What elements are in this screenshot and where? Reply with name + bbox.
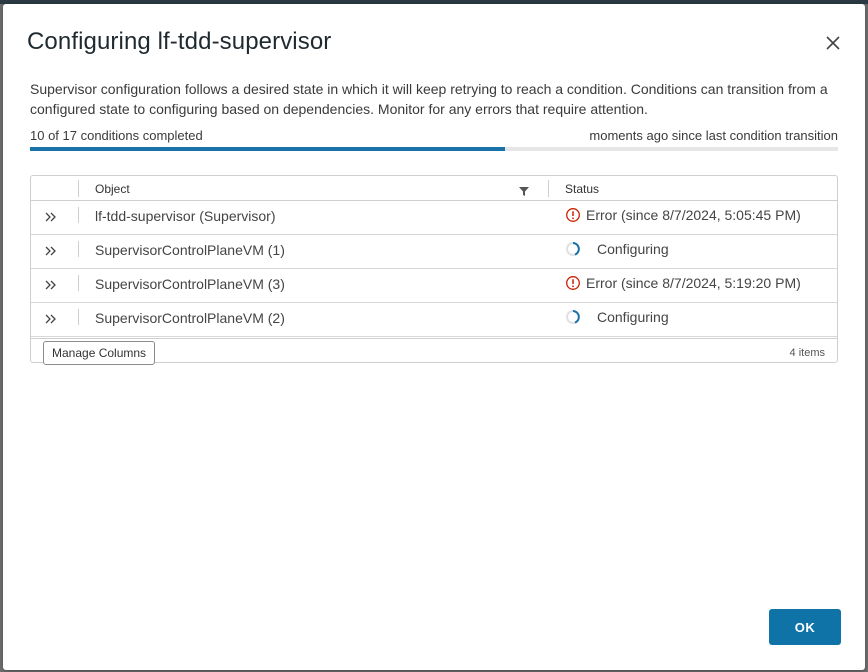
item-count: 4 items (789, 347, 825, 359)
column-separator[interactable] (548, 180, 549, 197)
dialog-title: Configuring lf-tdd-supervisor (27, 28, 332, 55)
row-status-text: Error (since 8/7/2024, 5:05:45 PM) (586, 207, 801, 223)
dialog-description: Supervisor configuration follows a desir… (30, 81, 828, 117)
row-separator (78, 309, 79, 325)
configuring-dialog: Configuring lf-tdd-supervisor Supervisor… (3, 4, 865, 670)
last-transition-label: moments ago since last condition transit… (589, 128, 838, 143)
row-separator (78, 207, 79, 223)
expand-row-icon[interactable] (44, 278, 60, 294)
conditions-completed-label: 10 of 17 conditions completed (30, 128, 203, 143)
error-icon (566, 208, 580, 222)
datagrid-header: Object Status (31, 176, 837, 201)
row-object: SupervisorControlPlaneVM (3) (95, 276, 285, 292)
expand-row-icon[interactable] (44, 312, 60, 328)
ok-button[interactable]: OK (769, 609, 841, 645)
column-separator (78, 180, 79, 197)
row-status: Configuring (565, 241, 669, 257)
row-object: SupervisorControlPlaneVM (1) (95, 242, 285, 258)
table-row: SupervisorControlPlaneVM (2) Configuring (31, 303, 837, 337)
close-icon (826, 36, 840, 50)
row-status: Error (since 8/7/2024, 5:19:20 PM) (565, 275, 801, 291)
row-status-text: Error (since 8/7/2024, 5:19:20 PM) (586, 275, 801, 291)
close-button[interactable] (821, 31, 845, 55)
column-header-status[interactable]: Status (565, 182, 599, 196)
expand-row-icon[interactable] (44, 210, 60, 226)
row-separator (78, 241, 79, 257)
row-status-text: Configuring (597, 241, 669, 257)
error-icon (566, 276, 580, 290)
spinner-icon (566, 310, 580, 324)
row-object: SupervisorControlPlaneVM (2) (95, 310, 285, 326)
conditions-datagrid: Object Status lf-tdd-supervisor (Supervi… (30, 175, 838, 365)
spinner-icon (566, 242, 580, 256)
table-row: SupervisorControlPlaneVM (3) Error (sinc… (31, 269, 837, 303)
row-status-text: Configuring (597, 309, 669, 325)
table-row: lf-tdd-supervisor (Supervisor) Error (si… (31, 201, 837, 235)
row-status: Error (since 8/7/2024, 5:05:45 PM) (565, 207, 801, 223)
filter-icon[interactable] (519, 185, 529, 199)
row-status: Configuring (565, 309, 669, 325)
table-row: SupervisorControlPlaneVM (1) Configuring (31, 235, 837, 269)
manage-columns-button[interactable]: Manage Columns (43, 341, 156, 365)
progress-bar-fill (30, 147, 506, 151)
datagrid-footer: Manage Columns 4 items (31, 338, 837, 365)
column-header-object[interactable]: Object (95, 182, 130, 196)
progress-summary: 10 of 17 conditions completed moments ag… (30, 128, 838, 146)
progress-bar (30, 147, 838, 151)
row-separator (78, 275, 79, 291)
expand-row-icon[interactable] (44, 244, 60, 260)
row-object: lf-tdd-supervisor (Supervisor) (95, 208, 276, 224)
